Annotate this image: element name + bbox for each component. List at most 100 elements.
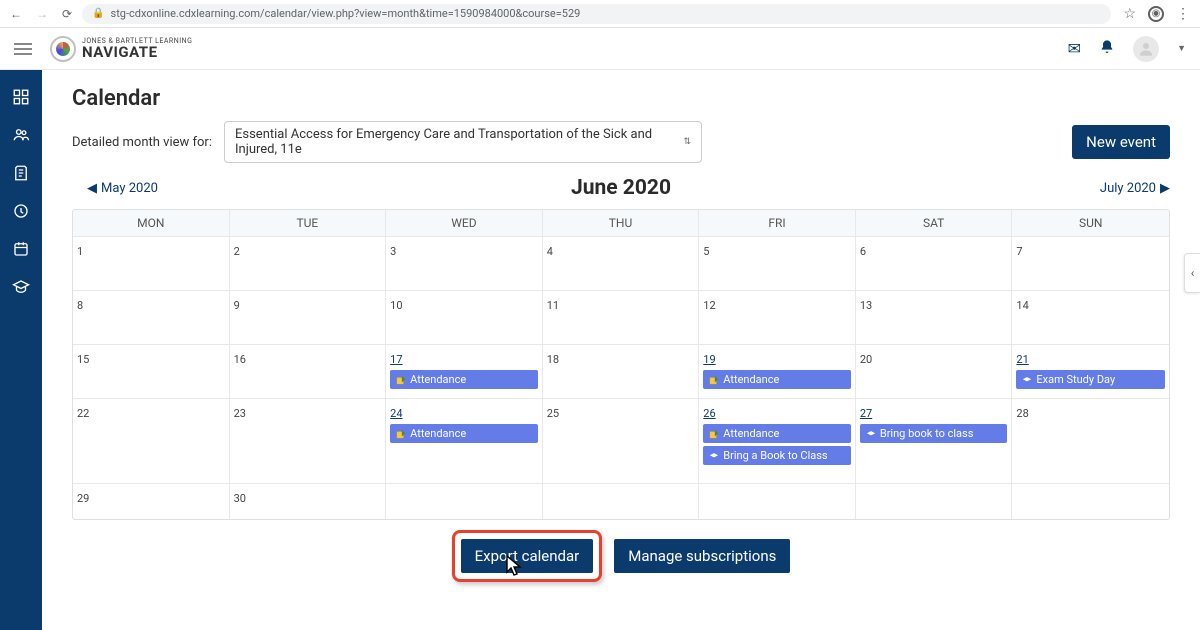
avatar[interactable] bbox=[1133, 36, 1159, 62]
day-cell[interactable] bbox=[856, 483, 1013, 519]
export-calendar-button[interactable]: Export calendar bbox=[461, 539, 594, 573]
browser-chrome: ← → ⟳ 🔒 stg-cdxonline.cdxlearning.com/ca… bbox=[0, 0, 1200, 28]
browser-nav: ← → bbox=[10, 7, 48, 21]
day-cell[interactable]: 21 Exam Study Day bbox=[1012, 344, 1169, 398]
day-cell[interactable]: 24 Attendance bbox=[386, 398, 543, 483]
day-cell[interactable] bbox=[543, 483, 700, 519]
day-cell[interactable]: 30 bbox=[230, 483, 387, 519]
day-cell[interactable]: 1 bbox=[73, 236, 230, 290]
day-cell[interactable]: 26 Attendance Bring a Book to Class bbox=[699, 398, 856, 483]
event-bring-book[interactable]: Bring a Book to Class bbox=[703, 446, 851, 465]
logo-badge-icon bbox=[50, 36, 76, 62]
calendar-nav: ◀ May 2020 June 2020 July 2020 ▶ bbox=[72, 173, 1170, 203]
messages-icon[interactable]: ✉ bbox=[1068, 39, 1081, 58]
day-cell[interactable] bbox=[699, 483, 856, 519]
event-bring-book[interactable]: Bring book to class bbox=[860, 424, 1008, 443]
day-header: FRI bbox=[699, 210, 856, 236]
star-icon[interactable]: ☆ bbox=[1123, 6, 1136, 22]
hamburger-icon[interactable] bbox=[14, 40, 32, 58]
address-bar[interactable]: 🔒 stg-cdxonline.cdxlearning.com/calendar… bbox=[82, 4, 1111, 24]
day-cell[interactable]: 2 bbox=[230, 236, 387, 290]
sidebar bbox=[0, 70, 42, 630]
event-attendance[interactable]: Attendance bbox=[703, 370, 851, 389]
new-event-button[interactable]: New event bbox=[1072, 125, 1170, 159]
url-text: stg-cdxonline.cdxlearning.com/calendar/v… bbox=[111, 7, 1102, 20]
prev-month-link[interactable]: ◀ May 2020 bbox=[72, 181, 158, 196]
logo-product: NAVIGATE bbox=[82, 45, 192, 60]
day-cell[interactable] bbox=[1012, 483, 1169, 519]
notifications-icon[interactable] bbox=[1099, 39, 1115, 59]
day-header: SUN bbox=[1012, 210, 1169, 236]
day-cell[interactable]: 10 bbox=[386, 290, 543, 344]
current-month-title: June 2020 bbox=[571, 176, 671, 200]
day-cell[interactable]: 28 bbox=[1012, 398, 1169, 483]
day-cell[interactable]: 22 bbox=[73, 398, 230, 483]
calendar-icon[interactable] bbox=[12, 240, 30, 258]
filter-label: Detailed month view for: bbox=[72, 135, 212, 150]
day-cell[interactable]: 19 Attendance bbox=[699, 344, 856, 398]
day-cell[interactable]: 17 Attendance bbox=[386, 344, 543, 398]
chevron-right-icon: ▶ bbox=[1160, 181, 1170, 196]
day-cell[interactable]: 9 bbox=[230, 290, 387, 344]
day-header: MON bbox=[73, 210, 230, 236]
day-cell[interactable]: 3 bbox=[386, 236, 543, 290]
activity-icon bbox=[709, 375, 719, 385]
day-cell[interactable]: 4 bbox=[543, 236, 700, 290]
event-attendance[interactable]: Attendance bbox=[703, 424, 851, 443]
calendar-grid: MON TUE WED THU FRI SAT SUN 1 2 3 4 5 6 … bbox=[72, 209, 1170, 520]
day-cell[interactable]: 25 bbox=[543, 398, 700, 483]
drawer-toggle[interactable]: ‹ bbox=[1184, 253, 1200, 293]
day-cell[interactable]: 27 Bring book to class bbox=[856, 398, 1013, 483]
grades-icon[interactable] bbox=[12, 164, 30, 182]
day-cell[interactable]: 23 bbox=[230, 398, 387, 483]
day-cell[interactable]: 16 bbox=[230, 344, 387, 398]
day-cell[interactable]: 7 bbox=[1012, 236, 1169, 290]
dashboard-icon[interactable] bbox=[12, 88, 30, 106]
main-content: Calendar Detailed month view for: Essent… bbox=[42, 70, 1200, 630]
profile-icon[interactable]: ◉ bbox=[1148, 6, 1164, 22]
event-attendance[interactable]: Attendance bbox=[390, 370, 538, 389]
reload-icon[interactable]: ⟳ bbox=[62, 7, 72, 21]
kebab-icon[interactable]: ⋮ bbox=[1176, 6, 1190, 22]
next-month-link[interactable]: July 2020 ▶ bbox=[1085, 181, 1170, 196]
export-highlight: Export calendar bbox=[452, 530, 603, 582]
day-header: WED bbox=[386, 210, 543, 236]
activity-icon bbox=[396, 375, 406, 385]
day-cell[interactable]: 18 bbox=[543, 344, 700, 398]
header-actions: ✉ ▼ bbox=[1068, 36, 1186, 62]
calendar-body: 1 2 3 4 5 6 7 8 9 10 11 12 13 14 15 16 1… bbox=[73, 236, 1169, 398]
day-cell[interactable]: 20 bbox=[856, 344, 1013, 398]
day-cell[interactable]: 5 bbox=[699, 236, 856, 290]
activity-icon bbox=[396, 429, 406, 439]
day-cell[interactable]: 6 bbox=[856, 236, 1013, 290]
day-cell[interactable]: 13 bbox=[856, 290, 1013, 344]
course-event-icon bbox=[866, 429, 876, 439]
course-select[interactable]: Essential Access for Emergency Care and … bbox=[224, 121, 702, 163]
page-title: Calendar bbox=[72, 86, 1170, 111]
chrome-actions: ☆ ◉ ⋮ bbox=[1123, 6, 1190, 22]
course-selected: Essential Access for Emergency Care and … bbox=[235, 127, 683, 157]
event-attendance[interactable]: Attendance bbox=[390, 424, 538, 443]
forward-icon[interactable]: → bbox=[36, 7, 48, 21]
day-cell[interactable]: 29 bbox=[73, 483, 230, 519]
manage-subscriptions-button[interactable]: Manage subscriptions bbox=[614, 539, 790, 573]
day-cell[interactable]: 14 bbox=[1012, 290, 1169, 344]
logo[interactable]: JONES & BARTLETT LEARNING NAVIGATE bbox=[50, 36, 192, 62]
back-icon[interactable]: ← bbox=[10, 7, 22, 21]
day-cell[interactable]: 12 bbox=[699, 290, 856, 344]
lock-icon: 🔒 bbox=[92, 8, 104, 19]
day-header: TUE bbox=[230, 210, 387, 236]
day-header: THU bbox=[543, 210, 700, 236]
grad-cap-icon[interactable] bbox=[12, 278, 30, 296]
competencies-icon[interactable] bbox=[12, 202, 30, 220]
day-cell[interactable]: 15 bbox=[73, 344, 230, 398]
chevron-left-icon: ‹ bbox=[1191, 266, 1195, 280]
day-cell[interactable]: 8 bbox=[73, 290, 230, 344]
calendar-body-row: 29 30 bbox=[73, 483, 1169, 519]
activity-icon bbox=[709, 429, 719, 439]
day-cell[interactable] bbox=[386, 483, 543, 519]
event-exam-study[interactable]: Exam Study Day bbox=[1016, 370, 1165, 389]
chevron-down-icon[interactable]: ▼ bbox=[1177, 43, 1186, 54]
day-cell[interactable]: 11 bbox=[543, 290, 700, 344]
participants-icon[interactable] bbox=[12, 126, 30, 144]
